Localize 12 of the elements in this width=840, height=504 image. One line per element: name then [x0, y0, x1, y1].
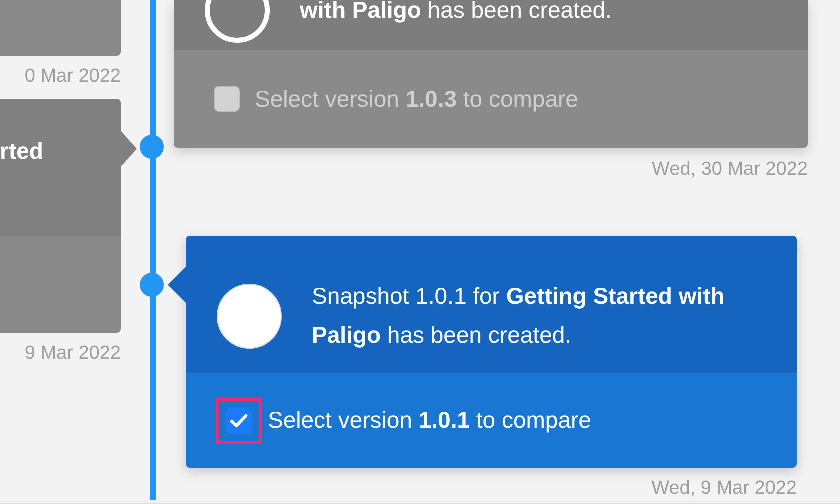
- checkmark-icon: [230, 412, 248, 428]
- date-label: 9 Mar 2022: [24, 342, 121, 366]
- compare-label: Select version 1.0.3 to compare: [255, 84, 578, 114]
- checkbox[interactable]: [226, 408, 252, 434]
- date-label: Wed, 30 Mar 2022: [652, 158, 808, 182]
- snapshot-message: Snapshot 1.0.1 for Getting Started with Paligo has been created.: [312, 282, 726, 350]
- date-label: 0 Mar 2022: [24, 65, 121, 89]
- snapshot-message: with Paligo has been created.: [300, 0, 613, 25]
- snapshot-message: rted: [0, 137, 44, 166]
- compare-label: Select version 1.0.1 to compare: [268, 406, 592, 436]
- date-label: Wed, 9 Mar 2022: [652, 477, 797, 501]
- checkbox[interactable]: [214, 86, 240, 112]
